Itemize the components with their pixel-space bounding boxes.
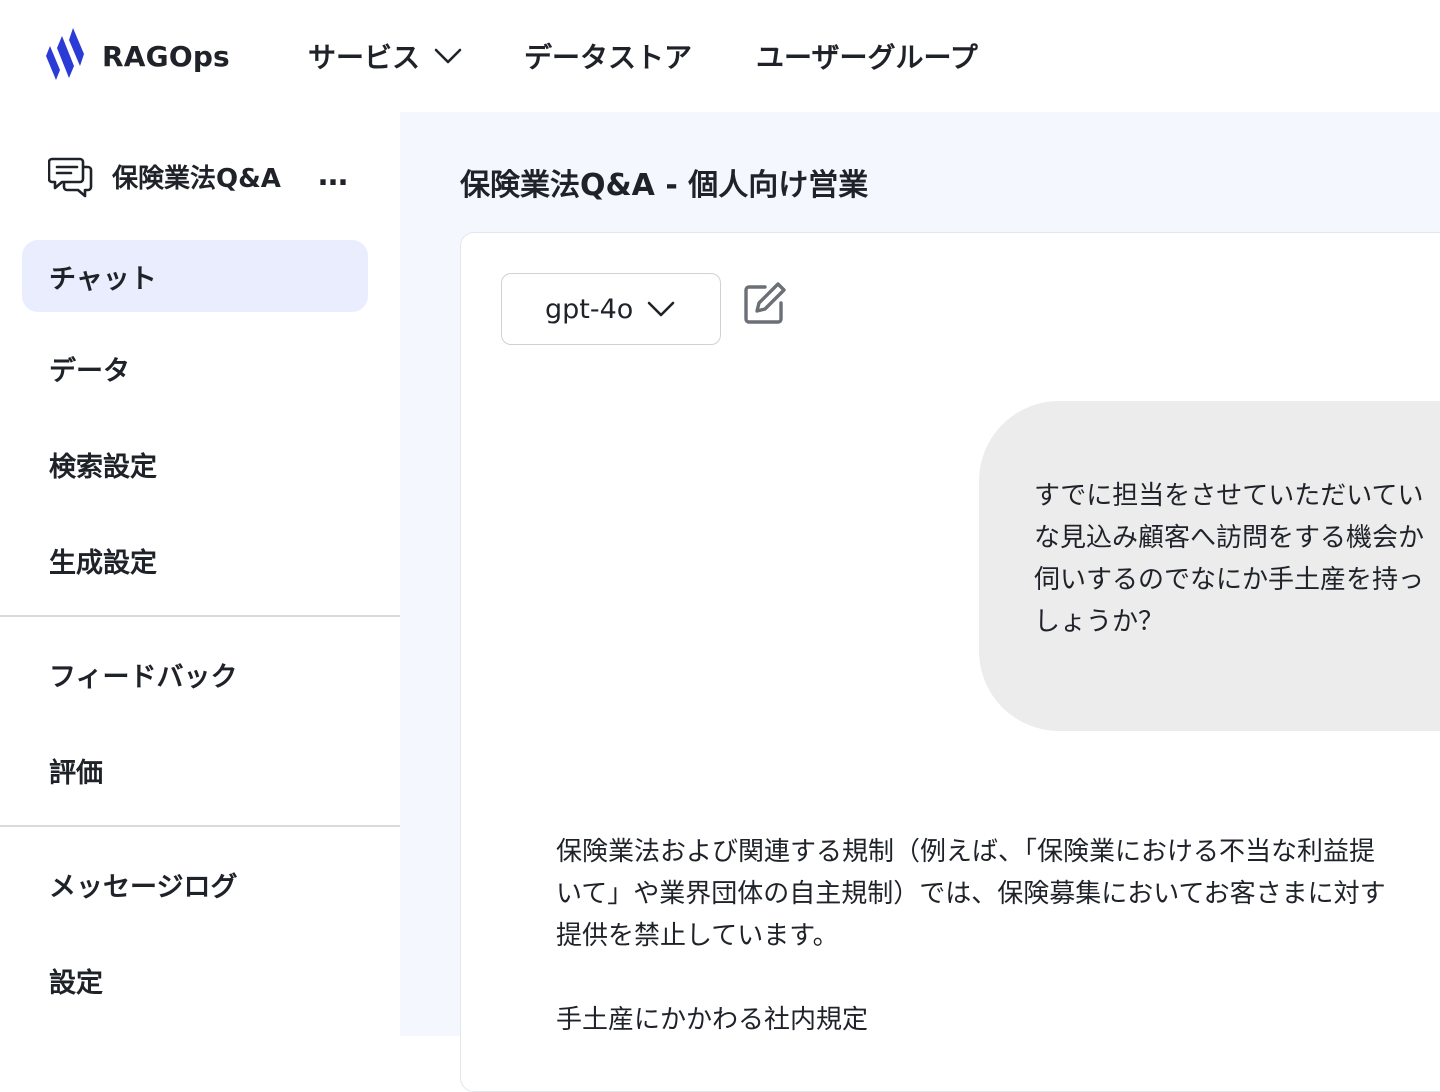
sidebar-item-search-settings[interactable]: 検索設定 bbox=[22, 428, 368, 500]
nav-datastore[interactable]: データストア bbox=[524, 36, 692, 76]
sidebar-item-label: 生成設定 bbox=[49, 547, 157, 579]
answer-line: いて」や業界団体の自主規制）では、保険募集においてお客さまに対す bbox=[556, 879, 1386, 909]
project-header: 保険業法Q&A … bbox=[48, 152, 368, 200]
model-select[interactable]: gpt-4o bbox=[501, 273, 721, 345]
nav-usergroup[interactable]: ユーザーグループ bbox=[756, 36, 978, 76]
answer-line: 保険業法および関連する規制（例えば、「保険業における不当な利益提 bbox=[556, 837, 1376, 867]
ragops-logo-icon bbox=[44, 26, 86, 86]
chevron-down-icon bbox=[647, 300, 675, 318]
sidebar-item-label: データ bbox=[49, 355, 130, 387]
answer-spacer bbox=[556, 957, 1440, 999]
chat-bubbles-icon bbox=[48, 153, 94, 199]
top-navigation-bar: RAGOps サービス データストア ユーザーグループ bbox=[0, 0, 1440, 112]
answer-line: 提供を禁止しています。 bbox=[556, 921, 839, 951]
main-content: 保険業法Q&A - 個人向け営業 gpt-4o すでに担当をさせていただいてい … bbox=[400, 112, 1440, 1092]
nav-services[interactable]: サービス bbox=[308, 36, 462, 76]
user-message-line: すでに担当をさせていただいてい bbox=[1034, 481, 1424, 511]
sidebar-item-label: 検索設定 bbox=[49, 451, 157, 483]
page-title: 保険業法Q&A - 個人向け営業 bbox=[460, 168, 869, 203]
project-name: 保険業法Q&A bbox=[112, 163, 281, 194]
brand[interactable]: RAGOps bbox=[44, 28, 230, 84]
new-chat-edit-icon[interactable] bbox=[741, 281, 787, 327]
sidebar-item-label: メッセージログ bbox=[49, 871, 238, 903]
answer-line: 手土産にかかわる社内規定 bbox=[556, 1005, 869, 1035]
model-select-value: gpt-4o bbox=[545, 293, 634, 325]
chevron-down-icon bbox=[434, 47, 462, 65]
user-message-bubble: すでに担当をさせていただいてい な見込み顧客へ訪問をする機会か 伺いするのでなに… bbox=[979, 401, 1440, 731]
sidebar-item-label: 設定 bbox=[49, 967, 103, 999]
sidebar-item-message-log[interactable]: メッセージログ bbox=[22, 848, 368, 920]
brand-name: RAGOps bbox=[102, 39, 230, 73]
user-message-line: 伺いするのでなにか手土産を持っ bbox=[1034, 565, 1425, 595]
sidebar: 保険業法Q&A … チャット データ 検索設定 生成設定 フィードバック 評価 … bbox=[0, 112, 400, 1036]
sidebar-item-feedback[interactable]: フィードバック bbox=[22, 638, 368, 710]
sidebar-item-label: フィードバック bbox=[49, 661, 238, 693]
sidebar-item-generation-settings[interactable]: 生成設定 bbox=[22, 524, 368, 596]
more-options-icon[interactable]: … bbox=[318, 158, 350, 193]
user-message-line: な見込み顧客へ訪問をする機会か bbox=[1034, 523, 1425, 553]
nav-usergroup-label: ユーザーグループ bbox=[756, 41, 978, 74]
sidebar-divider bbox=[0, 615, 400, 617]
sidebar-item-settings[interactable]: 設定 bbox=[22, 944, 368, 1016]
chat-panel: gpt-4o すでに担当をさせていただいてい な見込み顧客へ訪問をする機会か 伺… bbox=[460, 232, 1440, 1092]
sidebar-item-evaluation[interactable]: 評価 bbox=[22, 734, 368, 806]
nav-datastore-label: データストア bbox=[524, 41, 693, 74]
sidebar-item-label: チャット bbox=[49, 263, 157, 295]
assistant-answer: 保険業法および関連する規制（例えば、「保険業における不当な利益提 いて」や業界団… bbox=[556, 831, 1440, 1041]
user-message-line: しょうか？ bbox=[1034, 607, 1165, 637]
sidebar-item-chat[interactable]: チャット bbox=[22, 240, 368, 312]
sidebar-item-data[interactable]: データ bbox=[22, 332, 368, 404]
nav-services-label: サービス bbox=[308, 41, 421, 74]
sidebar-divider bbox=[0, 825, 400, 827]
sidebar-item-label: 評価 bbox=[49, 757, 103, 789]
